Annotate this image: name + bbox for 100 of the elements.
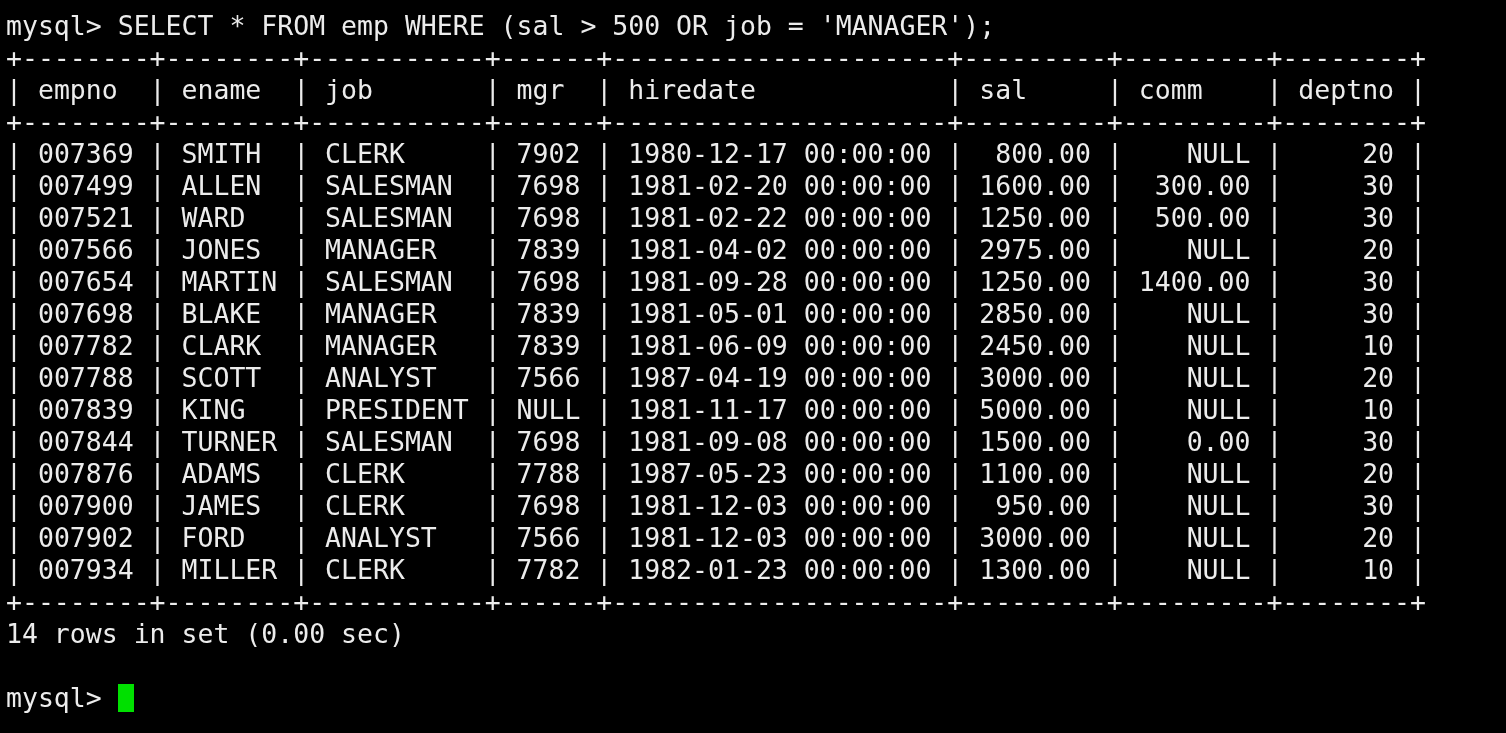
table-cell-text: 0.00 — [1185, 426, 1251, 458]
column-separator: | — [149, 170, 166, 202]
column-separator: | — [596, 458, 613, 490]
column-separator: | — [1410, 554, 1426, 586]
table-cell: 7698 — [516, 170, 581, 202]
column-header: mgr — [516, 74, 566, 106]
table-cell: 7698 — [516, 202, 581, 234]
table-cell: 1987-05-23 00:00:00 — [628, 458, 932, 490]
column-separator: | — [1410, 330, 1426, 362]
column-separator: | — [1106, 298, 1123, 330]
result-summary: 14 rows in set (0.00 sec) — [6, 618, 405, 650]
table-cell: 1981-05-01 00:00:00 — [628, 298, 932, 330]
column-separator: | — [293, 426, 310, 458]
column-separator: | — [596, 426, 613, 458]
column-separator: | — [484, 522, 501, 554]
table-cell-text: NULL — [1185, 234, 1251, 266]
table-cell-text: NULL — [1185, 458, 1251, 490]
table-cell-text: 300.00 — [1153, 170, 1251, 202]
table-cell: 007654 — [37, 266, 134, 298]
table-cell-text: NULL — [1185, 298, 1251, 330]
table-cell-text: NULL — [1185, 138, 1251, 170]
table-cell: 1987-04-19 00:00:00 — [628, 362, 932, 394]
column-separator: | — [293, 266, 310, 298]
column-separator: | — [947, 362, 964, 394]
column-separator: | — [1410, 138, 1426, 170]
column-separator: | — [1266, 170, 1283, 202]
table-cell: 1500.00 — [979, 426, 1091, 458]
column-separator: | — [484, 74, 501, 106]
column-separator: | — [1266, 458, 1283, 490]
column-separator: | — [293, 490, 310, 522]
table-cell: 2450.00 — [979, 330, 1091, 362]
table-cell-text: CLERK — [325, 554, 406, 586]
column-separator: | — [947, 394, 964, 426]
column-separator: | — [293, 170, 310, 202]
table-cell-text: JAMES — [181, 490, 263, 522]
table-cell: 7782 — [516, 554, 581, 586]
column-separator: | — [6, 362, 22, 394]
column-separator: | — [6, 74, 22, 106]
table-cell: 1981-06-09 00:00:00 — [628, 330, 932, 362]
column-separator: | — [947, 522, 964, 554]
column-separator: | — [947, 426, 964, 458]
column-separator: | — [484, 362, 501, 394]
table-cell: MARTIN — [181, 266, 278, 298]
table-cell: 7698 — [516, 426, 581, 458]
column-separator: | — [149, 202, 166, 234]
column-separator: | — [484, 458, 501, 490]
table-cell: TURNER — [181, 426, 278, 458]
column-separator: | — [484, 298, 501, 330]
column-separator: | — [1410, 362, 1426, 394]
table-cell-text: 10 — [1361, 394, 1395, 426]
column-header: hiredate — [628, 74, 757, 106]
table-cell-text: CLERK — [325, 138, 406, 170]
table-cell-text: SALESMAN — [325, 266, 454, 298]
table-cell-text: NULL — [1185, 330, 1251, 362]
column-separator: | — [1266, 394, 1283, 426]
column-separator: | — [1266, 362, 1283, 394]
column-separator: | — [596, 266, 613, 298]
column-header: comm — [1138, 74, 1204, 106]
column-separator: | — [596, 490, 613, 522]
table-cell: 1981-12-03 00:00:00 — [628, 490, 932, 522]
table-cell: 1250.00 — [979, 266, 1091, 298]
column-separator: | — [6, 298, 22, 330]
column-header: empno — [37, 74, 119, 106]
column-separator: | — [596, 330, 613, 362]
column-separator: | — [1106, 266, 1123, 298]
column-separator: | — [149, 266, 166, 298]
table-cell: 007900 — [37, 490, 134, 522]
prompt: mysql> — [6, 10, 102, 42]
column-separator: | — [484, 202, 501, 234]
table-cell: 1981-12-03 00:00:00 — [628, 522, 932, 554]
column-separator: | — [484, 266, 501, 298]
table-cell: 1400.00 — [1138, 266, 1251, 298]
sql-command: SELECT * FROM emp WHERE (sal > 500 OR job = 'MANAGER'); — [117, 10, 996, 42]
table-cell: 7566 — [516, 362, 581, 394]
table-cell-text: NULL — [1185, 362, 1251, 394]
column-separator: | — [1266, 330, 1283, 362]
column-separator: | — [1106, 458, 1123, 490]
column-separator: | — [484, 394, 501, 426]
table-cell: 007902 — [37, 522, 134, 554]
column-separator: | — [947, 170, 964, 202]
table-cell: 1981-09-28 00:00:00 — [628, 266, 932, 298]
table-cell-text: 20 — [1361, 522, 1395, 554]
column-separator: | — [1106, 554, 1123, 586]
table-border: +--------+--------+-----------+------+---------------------+---------+---------+--------+ — [6, 586, 1426, 618]
column-separator: | — [484, 170, 501, 202]
column-separator: | — [484, 138, 501, 170]
table-cell: 7839 — [516, 234, 581, 266]
table-cell: 007782 — [37, 330, 134, 362]
table-cell-text: 10 — [1361, 554, 1395, 586]
table-cell-text: NULL — [1185, 522, 1251, 554]
table-cell: 7839 — [516, 298, 581, 330]
table-cell: 2850.00 — [979, 298, 1091, 330]
table-cell: 5000.00 — [979, 394, 1091, 426]
column-separator: | — [947, 202, 964, 234]
column-separator: | — [1266, 298, 1283, 330]
column-separator: | — [1410, 266, 1426, 298]
column-separator: | — [1410, 298, 1426, 330]
table-cell-text: SALESMAN — [325, 202, 454, 234]
table-cell-text: 20 — [1361, 458, 1395, 490]
table-cell-text: ALLEN — [181, 170, 263, 202]
